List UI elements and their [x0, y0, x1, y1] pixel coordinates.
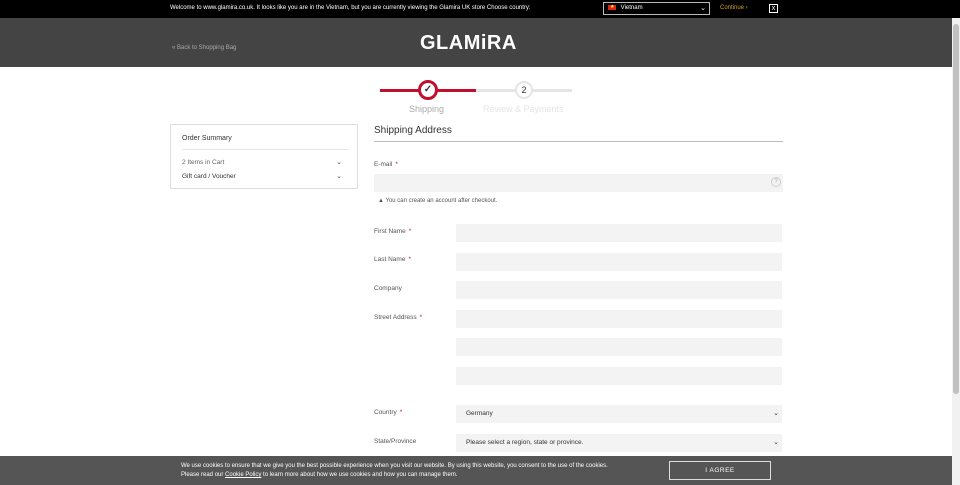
vietnam-flag-icon	[608, 2, 616, 13]
street-address-line-3[interactable]	[456, 367, 782, 385]
continue-link[interactable]: Continue ›	[720, 5, 748, 11]
glamira-logo[interactable]: GLAMiRA	[420, 32, 517, 55]
divider	[182, 149, 348, 150]
state-province-dropdown[interactable]: Please select a region, state or provinc…	[456, 434, 782, 452]
state-province-dropdown-value: Please select a region, state or provinc…	[466, 439, 584, 446]
gift-card-label: Gift card / Voucher	[182, 173, 236, 180]
step-review-payments-label: Review & Payments	[483, 104, 564, 114]
cookie-policy-link[interactable]: Cookie Policy	[225, 472, 261, 478]
email-label: E-mail *	[374, 161, 398, 168]
country-notice-text: Welcome to www.glamira.co.uk. It looks l…	[170, 5, 531, 11]
help-icon[interactable]: ?	[771, 177, 781, 187]
cookie-text-line-1: We use cookies to ensure that we give yo…	[181, 463, 608, 469]
last-name-field[interactable]	[456, 253, 782, 271]
company-label: Company	[374, 285, 402, 292]
country-select[interactable]: Vietnam ⌄	[603, 2, 710, 15]
street-address-line-2[interactable]	[456, 338, 782, 356]
site-header: « Back to Shopping Bag GLAMiRA	[0, 18, 952, 67]
country-label: Country *	[374, 409, 403, 416]
step-2-number: 2	[515, 81, 533, 99]
cookie-banner: We use cookies to ensure that we give yo…	[0, 456, 952, 485]
agree-button[interactable]: I AGREE	[669, 461, 771, 480]
step-shipping-label: Shipping	[409, 104, 445, 114]
close-icon[interactable]: x	[769, 4, 778, 13]
shipping-address-heading: Shipping Address	[374, 125, 452, 136]
country-notice-bar: Welcome to www.glamira.co.uk. It looks l…	[0, 0, 960, 18]
order-summary-title: Order Summary	[182, 135, 232, 142]
state-province-label: State/Province	[374, 438, 417, 445]
gift-card-toggle[interactable]: Gift card / Voucher ⌄	[182, 173, 348, 180]
back-to-bag-link[interactable]: « Back to Shopping Bag	[172, 45, 236, 51]
create-account-note: ▲ You can create an account after checko…	[378, 198, 498, 204]
page-scrollbar[interactable]	[952, 18, 960, 485]
chevron-down-icon: ⌄	[773, 410, 779, 417]
country-dropdown-value: Germany	[466, 410, 493, 417]
last-name-label: Last Name *	[374, 256, 411, 263]
country-select-value: Vietnam	[620, 5, 643, 11]
street-address-label: Street Address *	[374, 314, 423, 321]
first-name-label: First Name *	[374, 228, 412, 235]
order-summary: Order Summary 2 Items in Cart ⌄ Gift car…	[170, 124, 358, 189]
items-in-cart-label: 2 Items in Cart	[182, 159, 225, 166]
country-dropdown[interactable]: Germany ⌄	[456, 405, 782, 423]
divider	[374, 141, 783, 142]
checkmark-icon: ✓	[418, 80, 438, 100]
company-field[interactable]	[456, 281, 782, 299]
chevron-down-icon: ⌄	[700, 5, 706, 12]
scrollbar-thumb[interactable]	[953, 24, 959, 394]
cookie-text-line-2: Please read our Cookie Policy to learn m…	[181, 472, 458, 478]
chevron-down-icon: ⌄	[336, 173, 342, 180]
first-name-field[interactable]	[456, 224, 782, 242]
cookie-banner-text: We use cookies to ensure that we give yo…	[181, 462, 608, 480]
items-in-cart-toggle[interactable]: 2 Items in Cart ⌄	[182, 159, 348, 166]
street-address-line-1[interactable]	[456, 310, 782, 328]
chevron-down-icon: ⌄	[336, 159, 342, 166]
email-field[interactable]	[374, 174, 783, 192]
chevron-down-icon: ⌄	[773, 439, 779, 446]
